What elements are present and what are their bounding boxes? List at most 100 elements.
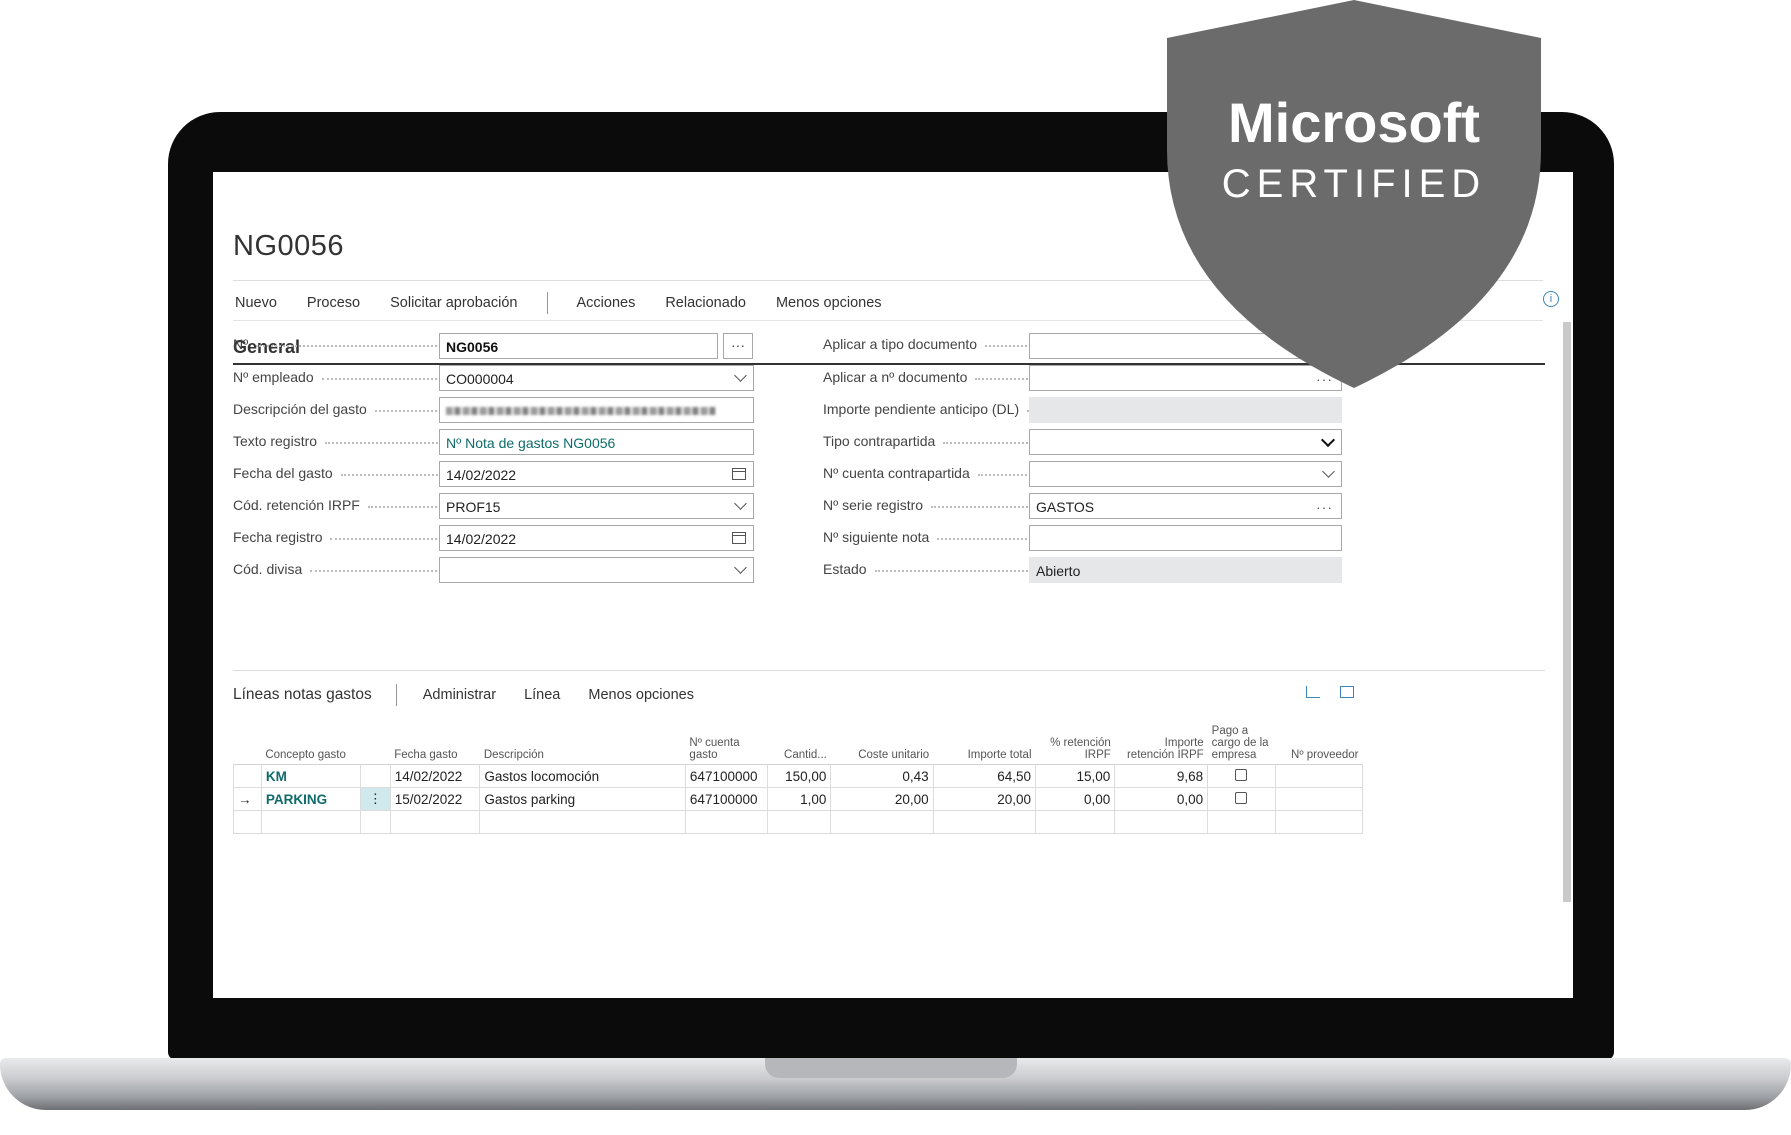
currency-field[interactable] <box>439 557 754 583</box>
action-proceso[interactable]: Proceso <box>307 295 360 311</box>
field-label-empleado: Nº empleado <box>233 369 469 385</box>
action-acciones[interactable]: Acciones <box>576 295 635 311</box>
field-label-fecha-registro: Fecha registro <box>233 529 469 545</box>
empty-cell[interactable] <box>1207 810 1276 834</box>
divider <box>233 670 1545 671</box>
more-options-icon[interactable]: ··· <box>1316 494 1333 520</box>
column-header[interactable]: Fecha gasto <box>390 704 480 765</box>
empty-cell[interactable] <box>766 810 832 834</box>
expense-lines-table: Concepto gasto Fecha gasto Descripción N… <box>233 704 1364 834</box>
cell-importe[interactable]: 64,50 <box>932 764 1037 788</box>
action-relacionado[interactable]: Relacionado <box>665 295 746 311</box>
info-icon[interactable]: i <box>1543 291 1559 307</box>
column-header[interactable]: % retención IRPF <box>1036 704 1115 765</box>
expense-date-field[interactable]: 14/02/2022 <box>439 461 754 487</box>
field-label-divisa: Cód. divisa <box>233 561 469 577</box>
empty-cell[interactable] <box>830 810 934 834</box>
chevron-down-icon <box>1322 465 1335 478</box>
cell-proveedor[interactable] <box>1274 764 1364 788</box>
column-header[interactable]: Concepto gasto <box>261 704 360 765</box>
posting-date-field[interactable]: 14/02/2022 <box>439 525 754 551</box>
cell-cantidad[interactable]: 150,00 <box>766 764 832 788</box>
employee-field[interactable]: CO000004 <box>439 365 754 391</box>
cell-cuenta[interactable]: 647100000 <box>684 764 768 788</box>
bal-account-no-field[interactable] <box>1029 461 1342 487</box>
next-note-field[interactable] <box>1029 525 1342 551</box>
expand-icon[interactable] <box>1340 686 1354 698</box>
action-nuevo[interactable]: Nuevo <box>235 295 277 311</box>
chevron-down-icon <box>734 369 747 382</box>
row-marker <box>233 764 262 788</box>
column-header[interactable]: Nº cuenta gasto <box>685 704 767 765</box>
table-row-empty[interactable] <box>233 810 1364 834</box>
cell-concepto[interactable]: KM <box>260 764 361 788</box>
action-administrar[interactable]: Administrar <box>423 687 496 703</box>
cell-pago-empresa <box>1207 764 1276 788</box>
posting-series-field[interactable]: GASTOS ··· <box>1029 493 1342 519</box>
row-menu-cell <box>360 764 391 788</box>
row-marker: → <box>233 787 262 811</box>
more-options-button[interactable]: ··· <box>723 333 753 359</box>
field-label-texto-registro: Texto registro <box>233 433 469 449</box>
share-icon[interactable] <box>1306 686 1320 698</box>
more-vertical-icon[interactable]: ⋮ <box>359 787 391 811</box>
field-label-estado: Estado <box>823 561 1059 577</box>
column-header[interactable]: Coste unitario <box>831 704 933 765</box>
cell-descripcion[interactable]: Gastos parking <box>479 787 686 811</box>
calendar-icon[interactable] <box>732 532 746 544</box>
column-header[interactable]: Nº proveedor <box>1275 704 1362 765</box>
cell-retencion-imp[interactable]: 9,68 <box>1114 764 1209 788</box>
action-bar: Nuevo Proceso Solicitar aprobación Accio… <box>235 292 912 314</box>
calendar-icon[interactable] <box>732 468 746 480</box>
cell-fecha[interactable]: 14/02/2022 <box>389 764 481 788</box>
empty-cell[interactable] <box>684 810 768 834</box>
empty-cell[interactable] <box>932 810 1037 834</box>
empty-cell[interactable] <box>389 810 481 834</box>
action-menos-opciones[interactable]: Menos opciones <box>776 295 882 311</box>
column-header[interactable]: Importe retención IRPF <box>1115 704 1208 765</box>
empty-cell[interactable] <box>1035 810 1116 834</box>
field-label-cuenta-contrapartida: Nº cuenta contrapartida <box>823 465 1059 481</box>
cell-coste[interactable]: 0,43 <box>830 764 934 788</box>
irpf-code-field[interactable]: PROF15 <box>439 493 754 519</box>
checkbox[interactable] <box>1235 768 1248 781</box>
empty-cell[interactable] <box>1274 810 1364 834</box>
cell-pago-empresa <box>1207 787 1276 811</box>
column-header[interactable]: Descripción <box>480 704 686 765</box>
chevron-down-icon <box>734 561 747 574</box>
microsoft-certified-badge: Microsoft CERTIFIED <box>1167 0 1541 388</box>
redacted-text <box>446 407 716 415</box>
cell-descripcion[interactable]: Gastos locomoción <box>479 764 686 788</box>
empty-cell[interactable] <box>1114 810 1209 834</box>
laptop-notch <box>765 1058 1017 1078</box>
cell-fecha[interactable]: 15/02/2022 <box>389 787 481 811</box>
cell-concepto[interactable]: PARKING <box>260 787 361 811</box>
column-header[interactable]: Pago a cargo de la empresa <box>1208 704 1276 765</box>
empty-cell[interactable] <box>260 810 361 834</box>
posting-text-field[interactable]: Nº Nota de gastos NG0056 <box>439 429 754 455</box>
cell-cantidad[interactable]: 1,00 <box>766 787 832 811</box>
table-row[interactable]: → PARKING ⋮ 15/02/2022 Gastos parking 64… <box>233 787 1364 811</box>
checkbox[interactable] <box>1235 791 1248 804</box>
cell-importe[interactable]: 20,00 <box>932 787 1037 811</box>
cell-cuenta[interactable]: 647100000 <box>684 787 768 811</box>
cell-retencion-pct[interactable]: 0,00 <box>1035 787 1116 811</box>
action-menos-opciones-lines[interactable]: Menos opciones <box>588 687 694 703</box>
action-solicitar-aprobacion[interactable]: Solicitar aprobación <box>390 295 517 311</box>
scrollbar[interactable] <box>1563 322 1571 902</box>
field-label-no: Nº <box>233 336 469 352</box>
empty-cell[interactable] <box>479 810 686 834</box>
table-row[interactable]: KM 14/02/2022 Gastos locomoción 64710000… <box>233 764 1364 788</box>
cell-retencion-pct[interactable]: 15,00 <box>1035 764 1116 788</box>
cell-coste[interactable]: 20,00 <box>830 787 934 811</box>
column-header[interactable]: Importe total <box>933 704 1035 765</box>
cell-proveedor[interactable] <box>1274 787 1364 811</box>
no-field[interactable]: NG0056 <box>439 333 718 359</box>
chevron-down-icon <box>1320 432 1336 448</box>
cell-retencion-imp[interactable]: 0,00 <box>1114 787 1209 811</box>
column-header-marker <box>234 704 262 765</box>
action-linea[interactable]: Línea <box>524 687 560 703</box>
column-header[interactable]: Cantid... <box>767 704 831 765</box>
bal-account-type-select[interactable] <box>1029 429 1342 455</box>
description-field[interactable] <box>439 397 754 423</box>
